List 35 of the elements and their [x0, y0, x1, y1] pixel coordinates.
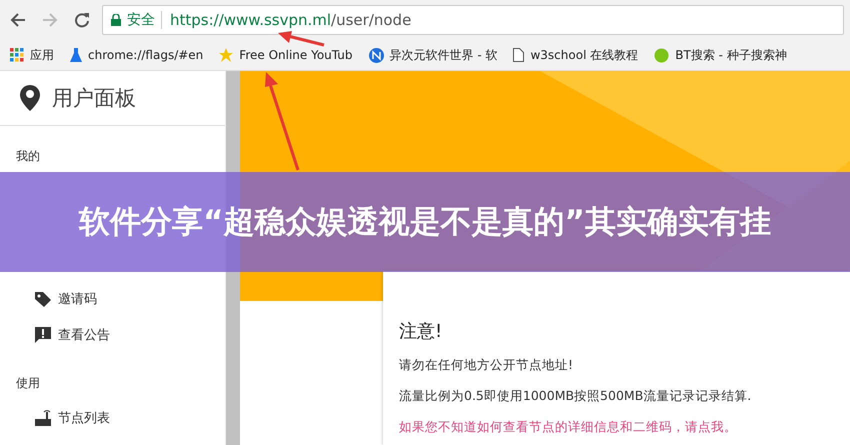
bookmark-link[interactable]: 异次元软件世界 - 软 [368, 46, 498, 64]
sidebar-item[interactable]: 查看公告 [0, 317, 225, 353]
section-heading: 使用 [15, 375, 41, 392]
secure-label: 安全 [127, 11, 155, 29]
notice-text: 请勿在任何地方公开节点地址! [399, 357, 574, 374]
flask-icon [70, 48, 82, 62]
bookmark-link[interactable]: w3school 在线教程 [513, 46, 638, 64]
bookmark-link[interactable]: chrome://flags/#en [70, 48, 204, 62]
notice-icon [34, 326, 52, 344]
forward-arrow-icon [42, 12, 58, 28]
bookmark-link[interactable]: BT搜索 - 种子搜索神 [654, 46, 787, 64]
back-arrow-icon [10, 12, 26, 28]
router-icon [34, 409, 52, 427]
section-heading: 我的 [15, 148, 41, 165]
tag-icon [34, 290, 52, 308]
banner-title: 软件分享“超稳众娱透视是不是真的”其实确实有挂 [79, 202, 771, 242]
bookmark-link[interactable]: 应用 [10, 46, 54, 64]
bookmark-link[interactable]: Free Online YouTub [219, 48, 353, 62]
address-bar[interactable]: 安全 https://www.ssvpn.ml/user/node [102, 5, 844, 35]
page-icon [513, 48, 524, 62]
location-pin-icon [20, 85, 40, 111]
reload-icon [74, 12, 90, 28]
sidebar-title: 用户面板 [52, 85, 136, 112]
notice-text: 流量比例为0.5即使用1000MB按照500MB流量记录记录结算. [399, 388, 752, 405]
sidebar-item[interactable]: 节点列表 [0, 400, 225, 436]
help-link[interactable]: 如果您不知道如何查看节点的详细信息和二维码，请点我。 [399, 419, 834, 436]
arrow [278, 31, 326, 47]
sidebar-item[interactable]: 邀请码 [0, 281, 225, 317]
star-icon [219, 48, 234, 62]
apps-grid-icon [10, 48, 24, 62]
lock-icon [111, 14, 121, 26]
ball-icon [654, 48, 670, 62]
url-text: https://www.ssvpn.ml/user/node [161, 11, 412, 29]
logo-icon [368, 48, 384, 62]
notice-title: 注意! [399, 320, 444, 343]
